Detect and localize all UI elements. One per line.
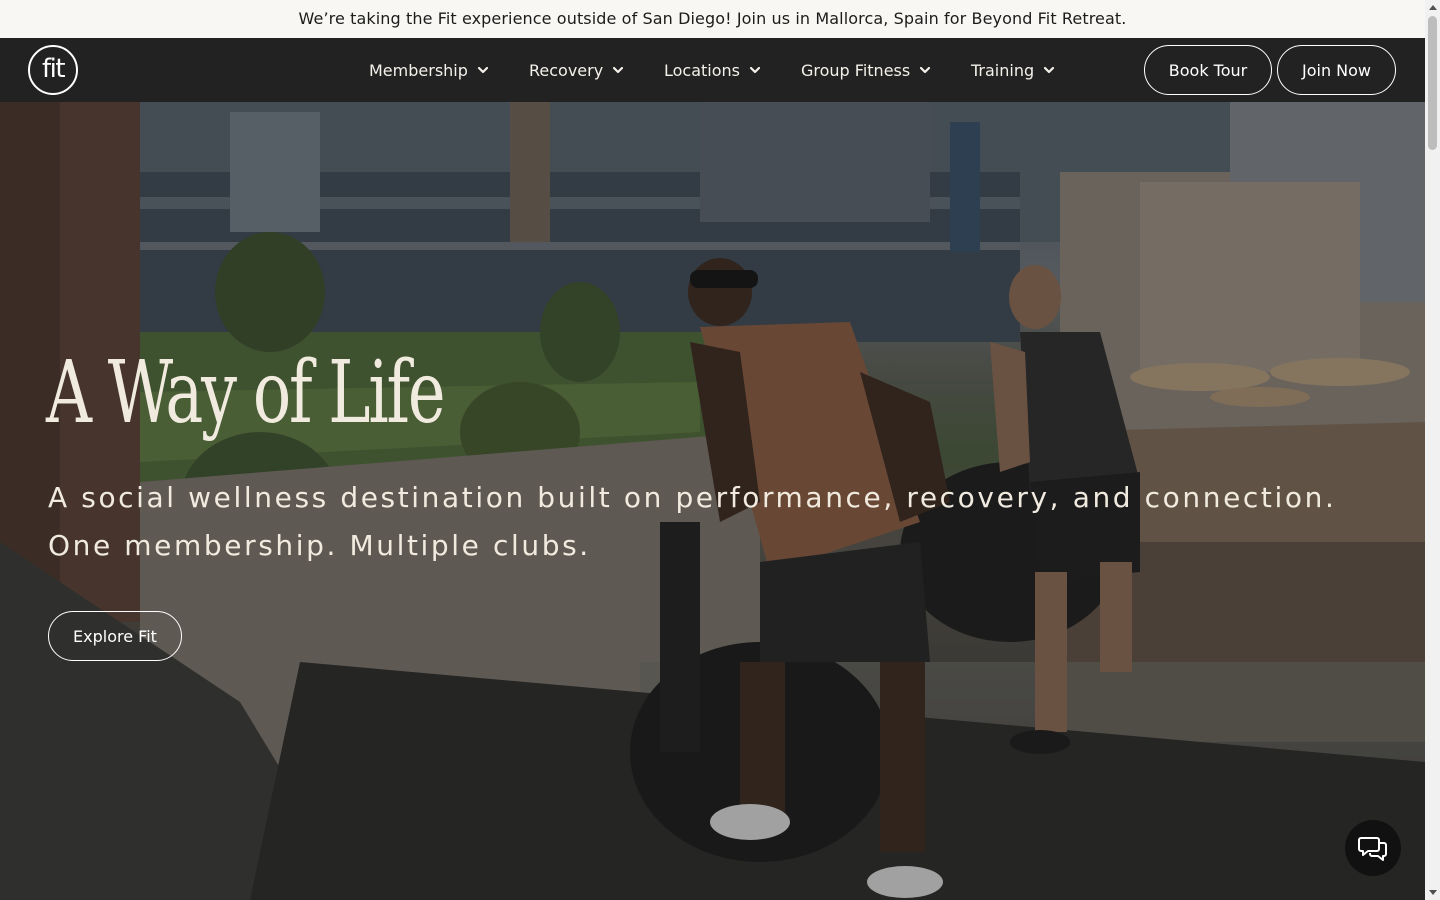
nav-item-label: Membership (369, 60, 468, 80)
book-tour-button[interactable]: Book Tour (1144, 45, 1272, 95)
chevron-down-icon (749, 66, 761, 74)
hero-subtitle-line-1: A social wellness destination built on p… (48, 481, 1337, 514)
scroll-up-arrow-icon[interactable] (1425, 0, 1440, 14)
nav-item-label: Locations (664, 60, 741, 80)
chevron-down-icon (613, 66, 624, 74)
chevron-down-icon (477, 66, 488, 74)
nav-item-training[interactable]: Training (971, 38, 1055, 102)
nav-item-locations[interactable]: Locations (664, 38, 761, 102)
nav-item-label: Group Fitness (801, 60, 911, 80)
announcement-bar[interactable]: We’re taking the Fit experience outside … (0, 0, 1425, 38)
chat-bubbles-icon (1358, 837, 1387, 861)
chat-launcher-button[interactable] (1345, 820, 1401, 876)
fit-logo[interactable]: fit (28, 45, 78, 95)
logo-text: fit (41, 53, 66, 84)
hero-section: A Way of Life A social wellness destinat… (0, 102, 1425, 900)
book-tour-label: Book Tour (1168, 60, 1248, 80)
hero-subtitle: A social wellness destination built on p… (48, 474, 1336, 570)
hero-title: A Way of Life (46, 343, 445, 443)
nav-item-group-fitness[interactable]: Group Fitness (801, 38, 931, 102)
nav-item-membership[interactable]: Membership (369, 38, 489, 102)
announcement-text[interactable]: We’re taking the Fit experience outside … (299, 9, 1127, 28)
nav-item-recovery[interactable]: Recovery (529, 38, 624, 102)
explore-fit-label: Explore Fit (73, 626, 157, 646)
nav-item-label: Recovery (529, 60, 604, 80)
scroll-down-arrow-icon[interactable] (1425, 886, 1440, 900)
chevron-down-icon (1044, 66, 1055, 74)
hero-subtitle-line-2: One membership. Multiple clubs. (48, 529, 591, 562)
page-scrollbar[interactable] (1425, 0, 1440, 900)
explore-fit-button[interactable]: Explore Fit (48, 611, 182, 661)
page: We’re taking the Fit experience outside … (0, 0, 1425, 900)
main-navigation: fit Membership Recovery Locations Group … (0, 38, 1425, 102)
nav-item-label: Training (971, 60, 1035, 80)
scrollbar-thumb[interactable] (1428, 16, 1437, 150)
chevron-down-icon (920, 66, 931, 74)
join-now-label: Join Now (1301, 60, 1372, 80)
join-now-button[interactable]: Join Now (1277, 45, 1396, 95)
